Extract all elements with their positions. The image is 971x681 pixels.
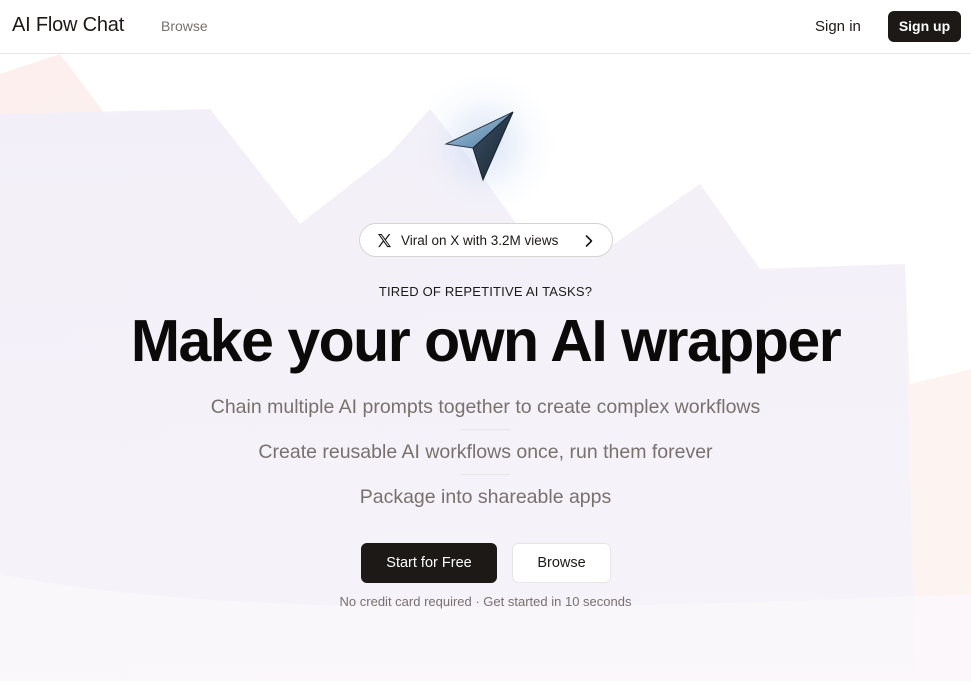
sign-up-button[interactable]: Sign up: [888, 11, 961, 42]
hero-headline: Make your own AI wrapper: [130, 308, 842, 374]
hero-section: Viral on X with 3.2M views TIRED OF REPE…: [0, 54, 971, 681]
no-credit-card-note: No credit card required · Get started in…: [339, 594, 632, 609]
viral-on-x-badge[interactable]: Viral on X with 3.2M views: [359, 223, 613, 257]
feature-line-3: Package into shareable apps: [359, 486, 612, 508]
feature-divider: [461, 429, 510, 430]
x-logo-icon: [377, 233, 392, 248]
hero-eyebrow: TIRED OF REPETITIVE AI TASKS?: [378, 284, 593, 299]
start-for-free-button[interactable]: Start for Free: [361, 543, 497, 583]
feature-line-2: Create reusable AI workflows once, run t…: [258, 441, 713, 463]
browse-button[interactable]: Browse: [512, 543, 611, 583]
sign-in-link[interactable]: Sign in: [815, 18, 861, 35]
nav-browse-link[interactable]: Browse: [161, 18, 208, 34]
paper-plane-logo-icon: [444, 111, 514, 182]
feature-line-1: Chain multiple AI prompts together to cr…: [210, 396, 761, 418]
chevron-right-icon: [585, 235, 593, 247]
viral-badge-text: Viral on X with 3.2M views: [401, 233, 559, 248]
feature-divider: [461, 474, 510, 475]
top-navigation-bar: AI Flow Chat Browse Sign in Sign up: [0, 0, 971, 54]
brand-logo-text[interactable]: AI Flow Chat: [12, 14, 124, 37]
